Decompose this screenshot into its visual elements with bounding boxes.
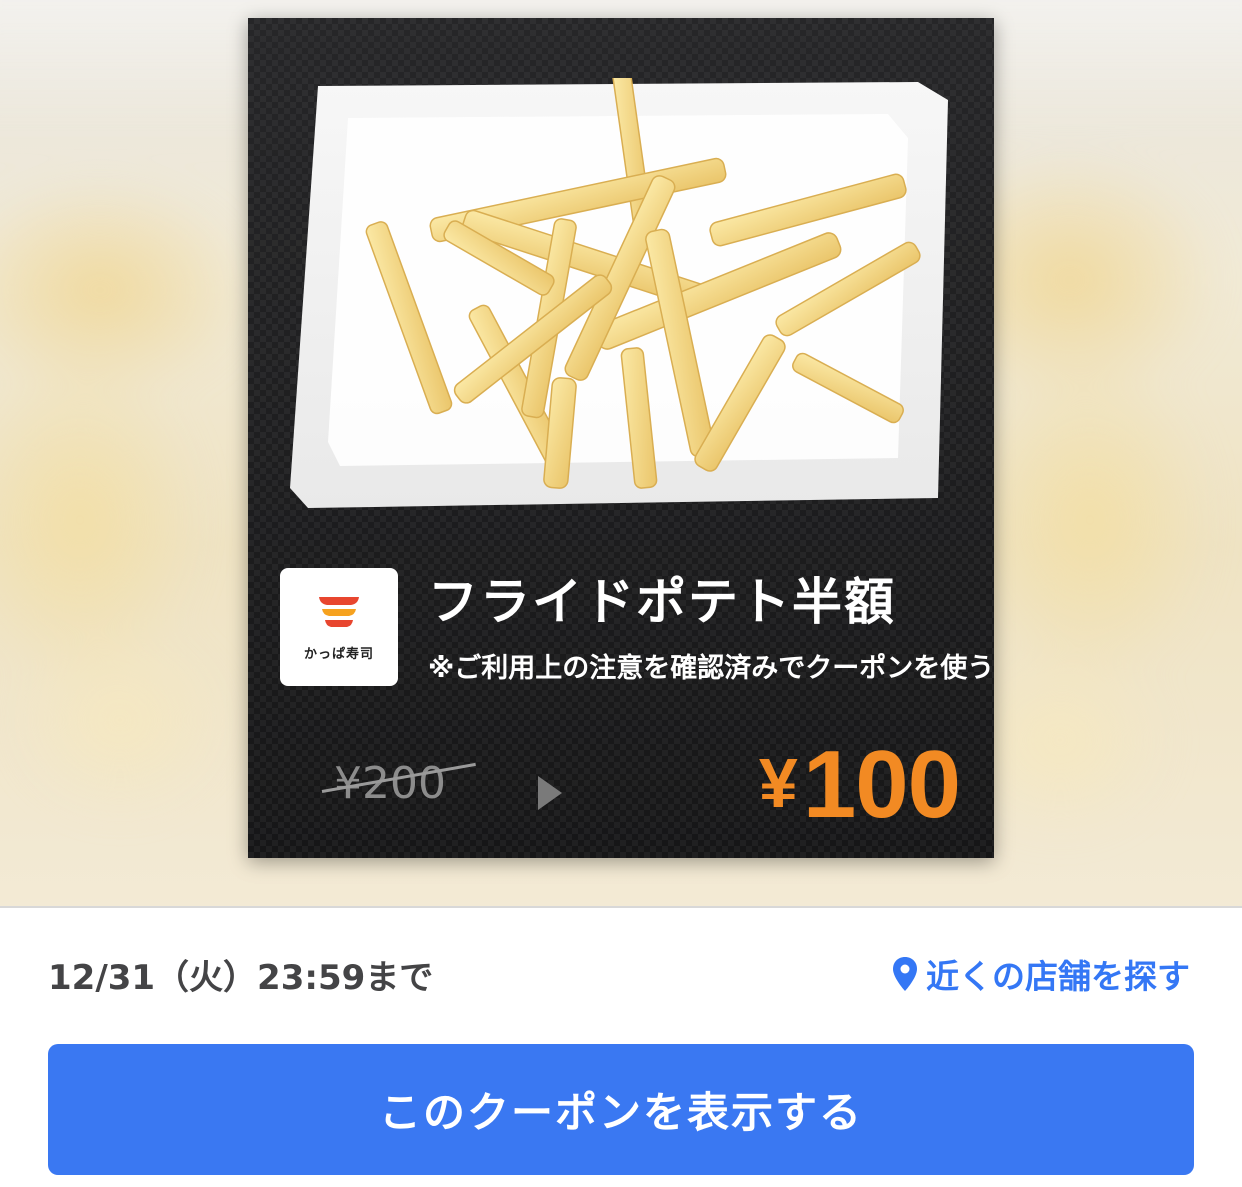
discount-price-value: 100 (802, 731, 961, 838)
expiry-date: 12/31（火）23:59まで (48, 958, 434, 998)
brand-name: かっぱ寿司 (303, 646, 374, 662)
find-nearby-store-link[interactable]: 近くの店舗を探す (892, 950, 1190, 998)
brand-logo: かっぱ寿司 (280, 568, 398, 686)
sushi-plates-icon (319, 596, 359, 627)
coupon-page: かっぱ寿司 フライドポテト半額 ※ご利用上の注意を確認済みでクーポンを使う ¥2… (0, 0, 1242, 1187)
coupon-card: かっぱ寿司 フライドポテト半額 ※ご利用上の注意を確認済みでクーポンを使う ¥2… (248, 18, 994, 858)
show-coupon-button[interactable]: このクーポンを表示する (48, 1044, 1194, 1175)
play-arrow-icon (538, 776, 562, 810)
coupon-usage-note: ※ご利用上の注意を確認済みでクーポンを使う (428, 653, 994, 684)
coupon-title: フライドポテト半額 (428, 573, 896, 631)
location-pin-icon (893, 957, 917, 991)
discount-price: ¥100 (758, 730, 961, 840)
find-store-label: 近くの店舗を探す (926, 957, 1190, 996)
yen-symbol: ¥ (758, 744, 798, 822)
original-price: ¥200 (334, 758, 446, 809)
product-image (288, 78, 958, 518)
coupon-hero: かっぱ寿司 フライドポテト半額 ※ご利用上の注意を確認済みでクーポンを使う ¥2… (0, 0, 1242, 908)
divider (0, 906, 1242, 908)
